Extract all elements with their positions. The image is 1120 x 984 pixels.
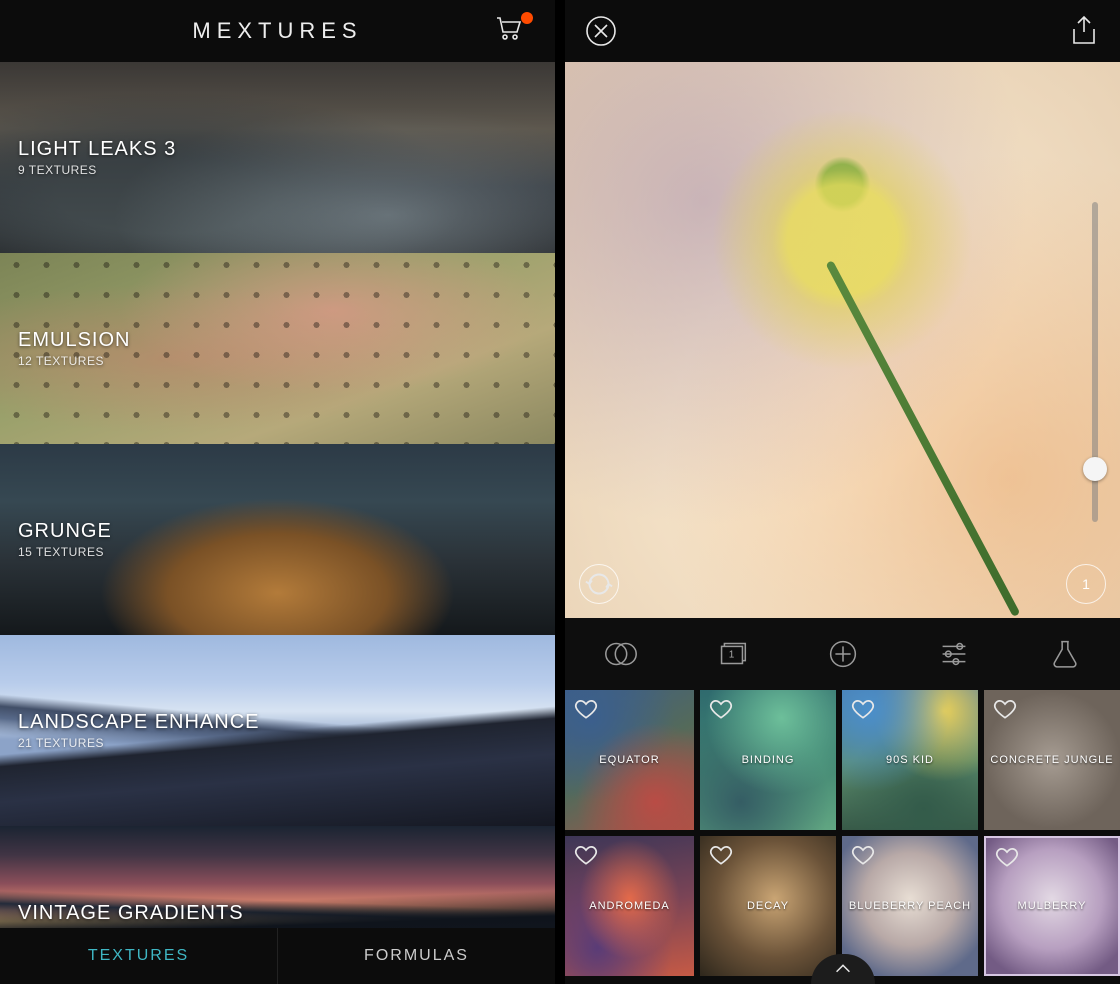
pack-subtitle: 15 TEXTURES <box>18 545 555 559</box>
favorite-button[interactable] <box>850 842 876 868</box>
pack-item-landscape-enhance[interactable]: LANDSCAPE ENHANCE 21 TEXTURES <box>0 635 555 826</box>
texture-thumb-mulberry[interactable]: MULBERRY <box>984 836 1120 976</box>
close-icon <box>584 14 618 48</box>
favorite-button[interactable] <box>573 696 599 722</box>
pack-list[interactable]: LIGHT LEAKS 3 9 TEXTURES EMULSION 12 TEX… <box>0 62 555 928</box>
tool-adjust[interactable] <box>898 618 1009 690</box>
refresh-icon <box>580 565 618 603</box>
editor-toolbar: 1 <box>565 618 1120 690</box>
texture-thumb-decay[interactable]: DECAY <box>700 836 836 976</box>
texture-thumb-equator[interactable]: EQUATOR <box>565 690 694 830</box>
pack-title: GRUNGE <box>18 520 555 543</box>
texture-thumb-andromeda[interactable]: ANDROMEDA <box>565 836 694 976</box>
thumb-label: EQUATOR <box>599 754 659 766</box>
undo-button[interactable]: 1 <box>1066 564 1106 604</box>
tool-add[interactable] <box>787 618 898 690</box>
app-title: MEXTURES <box>192 18 362 44</box>
tool-formulas[interactable] <box>1009 618 1120 690</box>
frame-count: 1 <box>729 650 735 661</box>
right-header <box>565 0 1120 62</box>
heart-icon <box>850 696 876 722</box>
left-header: MEXTURES <box>0 0 555 62</box>
texture-thumb-blueberry-peach[interactable]: BLUEBERRY PEACH <box>842 836 978 976</box>
heart-icon <box>992 696 1018 722</box>
share-button[interactable] <box>1066 13 1102 49</box>
favorite-button[interactable] <box>708 842 734 868</box>
thumb-label: ANDROMEDA <box>589 900 670 912</box>
heart-icon <box>708 696 734 722</box>
pack-item-light-leaks-3[interactable]: LIGHT LEAKS 3 9 TEXTURES <box>0 62 555 253</box>
pack-subtitle: 21 TEXTURES <box>18 736 555 750</box>
bottom-tabs: TEXTURES FORMULAS <box>0 928 555 984</box>
texture-thumb-binding[interactable]: BINDING <box>700 690 836 830</box>
thumb-row: EQUATOR BINDING 90S KID CONCRETE JUNGLE <box>565 690 1120 830</box>
heart-icon <box>573 696 599 722</box>
overlap-circles-icon <box>602 635 640 673</box>
sliders-icon <box>935 635 973 673</box>
reset-button[interactable] <box>579 564 619 604</box>
texture-packs-screen: MEXTURES LIGHT LEAKS 3 9 TEXTURES EMULSI… <box>0 0 555 984</box>
preview-image[interactable]: 1 <box>565 62 1120 618</box>
pack-title: LANDSCAPE ENHANCE <box>18 711 555 734</box>
texture-thumb-90s-kid[interactable]: 90S KID <box>842 690 978 830</box>
heart-icon <box>573 842 599 868</box>
heart-icon <box>708 842 734 868</box>
editor-screen: 1 1 <box>565 0 1120 984</box>
pack-title: VINTAGE GRADIENTS <box>18 902 555 925</box>
heart-icon <box>850 842 876 868</box>
pack-subtitle: 16 TEXTURES <box>18 927 555 928</box>
close-button[interactable] <box>583 13 619 49</box>
pack-subtitle: 12 TEXTURES <box>18 354 555 368</box>
pack-item-emulsion[interactable]: EMULSION 12 TEXTURES <box>0 253 555 444</box>
thumb-label: MULBERRY <box>1018 900 1087 912</box>
thumb-label: 90S KID <box>886 754 934 766</box>
preview-content <box>565 62 1120 618</box>
pack-title: LIGHT LEAKS 3 <box>18 138 555 161</box>
tab-textures[interactable]: TEXTURES <box>0 928 278 984</box>
cart-button[interactable] <box>493 12 533 52</box>
favorite-button[interactable] <box>994 844 1020 870</box>
pack-subtitle: 9 TEXTURES <box>18 163 555 177</box>
intensity-slider-thumb[interactable] <box>1083 457 1107 481</box>
tool-blend[interactable] <box>565 618 676 690</box>
thumb-label: BLUEBERRY PEACH <box>849 900 971 912</box>
tab-formulas[interactable]: FORMULAS <box>278 928 555 984</box>
thumb-label: CONCRETE JUNGLE <box>990 754 1113 766</box>
favorite-button[interactable] <box>708 696 734 722</box>
flask-icon <box>1046 635 1084 673</box>
favorite-button[interactable] <box>992 696 1018 722</box>
heart-icon <box>994 844 1020 870</box>
tool-layers[interactable]: 1 <box>676 618 787 690</box>
thumb-label: DECAY <box>747 900 789 912</box>
pack-item-grunge[interactable]: GRUNGE 15 TEXTURES <box>0 444 555 635</box>
favorite-button[interactable] <box>573 842 599 868</box>
pack-title: EMULSION <box>18 329 555 352</box>
texture-thumbnails[interactable]: EQUATOR BINDING 90S KID CONCRETE JUNGLE … <box>565 690 1120 984</box>
thumb-label: BINDING <box>742 754 795 766</box>
undo-count: 1 <box>1082 576 1090 592</box>
share-icon <box>1067 14 1101 48</box>
cart-badge <box>521 12 533 24</box>
pack-item-vintage-gradients[interactable]: VINTAGE GRADIENTS 16 TEXTURES <box>0 826 555 928</box>
texture-thumb-concrete-jungle[interactable]: CONCRETE JUNGLE <box>984 690 1120 830</box>
favorite-button[interactable] <box>850 696 876 722</box>
plus-circle-icon <box>824 635 862 673</box>
chevron-up-icon <box>832 958 854 980</box>
